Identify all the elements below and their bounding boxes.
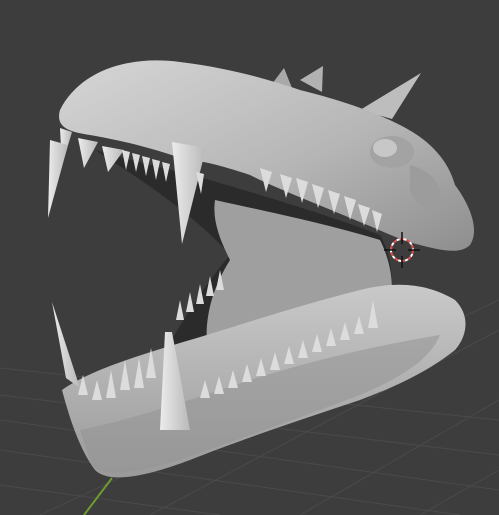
upper-fang-3 [78,138,98,168]
3d-viewport[interactable] [0,0,499,515]
y-axis-line [83,477,113,515]
viewport-canvas[interactable] [0,0,499,515]
upper-fang-2 [48,140,68,218]
dragon-skull-model[interactable] [48,60,475,478]
horn-back-2 [300,66,323,92]
lower-fang-1 [52,302,80,388]
brow-ridge [373,139,397,157]
